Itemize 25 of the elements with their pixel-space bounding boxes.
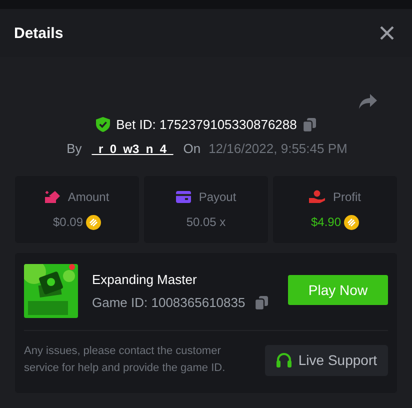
share-icon[interactable]	[359, 94, 377, 109]
username-link[interactable]: _r_0_w3_n_4_	[90, 142, 176, 156]
live-support-button[interactable]: Live Support	[265, 344, 388, 376]
stat-label: Payout	[198, 190, 236, 204]
bet-date: 12/16/2022, 9:55:45 PM	[208, 141, 348, 156]
stat-value: $0.09	[52, 215, 84, 229]
by-label: By	[66, 141, 82, 156]
wallet-icon	[44, 190, 60, 203]
game-name: Expanding Master	[92, 272, 198, 287]
support-note: Any issues, please contact the customer service for help and provide the game ID.	[24, 344, 226, 376]
on-label: On	[183, 141, 201, 156]
game-id: Game ID: 1008365610835	[92, 295, 246, 310]
stat-value: 50.05 x	[186, 215, 226, 229]
headset-icon	[276, 352, 292, 368]
close-icon[interactable]	[380, 26, 394, 40]
stat-label: Profit	[332, 190, 361, 204]
hand-coin-icon	[308, 190, 325, 203]
shield-check-icon	[96, 117, 110, 132]
copy-icon[interactable]	[302, 118, 316, 132]
dialog-title: Details	[14, 24, 64, 42]
copy-icon[interactable]	[255, 296, 268, 310]
stat-label: Amount	[68, 190, 110, 204]
card-icon	[176, 191, 191, 203]
bet-id: Bet ID: 1752379105330876288	[116, 117, 297, 132]
stat-value: $4.90	[310, 215, 342, 229]
